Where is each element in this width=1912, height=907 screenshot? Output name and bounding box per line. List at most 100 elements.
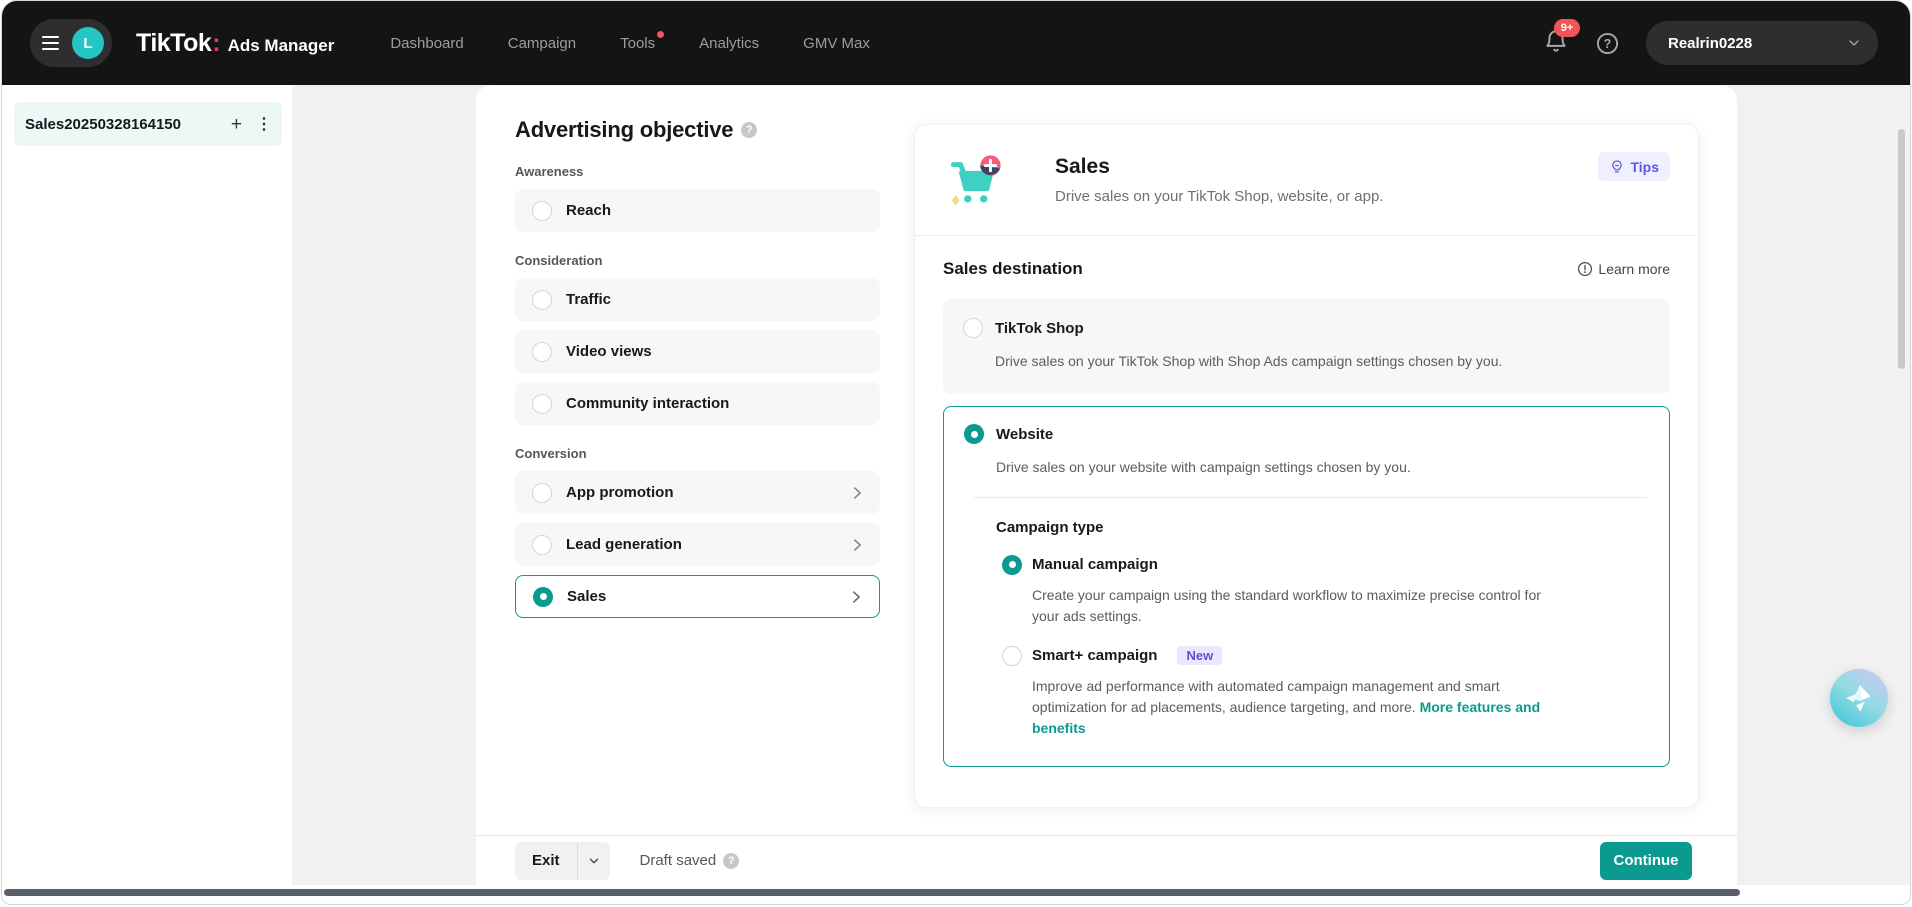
sales-destination-options: TikTok Shop Drive sales on your TikTok S… [915,299,1698,767]
radio-checked-icon[interactable] [1002,555,1022,575]
exit-split-button: Exit [515,842,610,880]
radio-checked-icon[interactable] [964,424,984,444]
objective-option-label: Sales [567,588,847,605]
campaign-type-smart[interactable]: Smart+ campaign New Improve ad performan… [1002,646,1649,739]
objective-option-sales[interactable]: Sales [515,575,880,618]
radio-unchecked-icon[interactable] [532,394,552,414]
navbar-right-group: 9+ ? Realrin0228 [1543,21,1878,65]
objective-option-label: Community interaction [566,395,866,412]
chevron-down-icon [1846,35,1862,51]
draft-status-label: Draft saved [640,852,717,869]
account-name: Realrin0228 [1668,35,1752,52]
menu-avatar-pill[interactable]: L [30,19,112,67]
svg-text:?: ? [1604,36,1612,50]
objective-option-lead-generation[interactable]: Lead generation [515,523,880,566]
nav-dashboard[interactable]: Dashboard [390,35,463,52]
objective-list: Advertising objective ? Awareness Reach … [515,117,880,627]
objective-step-content: Advertising objective ? Awareness Reach … [476,86,1737,835]
account-switcher[interactable]: Realrin0228 [1646,21,1878,65]
group-label-consideration: Consideration [515,253,880,268]
learn-more-label: Learn more [1598,261,1670,277]
chevron-right-icon [848,536,866,554]
radio-unchecked-icon[interactable] [532,290,552,310]
brand-logo: TikTok: Ads Manager [136,29,334,58]
tiktok-shop-option-head: TikTok Shop [963,318,1650,338]
page-title: Advertising objective [515,117,733,143]
campaign-more-icon[interactable]: ⋮ [256,114,272,134]
radio-unchecked-icon[interactable] [1002,646,1022,666]
continue-button[interactable]: Continue [1600,842,1692,880]
manual-campaign-head[interactable]: Manual campaign [1002,555,1649,575]
main-content: Advertising objective ? Awareness Reach … [476,86,1737,885]
campaign-type-manual[interactable]: Manual campaign Create your campaign usi… [1002,555,1649,627]
radio-unchecked-icon[interactable] [532,535,552,555]
horizontal-scrollbar[interactable] [4,889,1740,896]
brand-tiktok-text: TikTok [136,29,211,58]
radio-unchecked-icon[interactable] [532,342,552,362]
sales-destination-header: Sales destination Learn more [915,236,1698,279]
sales-destination-heading: Sales destination [943,259,1083,279]
radio-unchecked-icon[interactable] [963,318,983,338]
objective-option-label: Lead generation [566,536,848,553]
notifications-button[interactable]: 9+ [1543,28,1569,59]
website-divider [974,497,1647,498]
tips-button[interactable]: Tips [1598,152,1670,181]
exit-button[interactable]: Exit [515,842,577,880]
sales-card-header: Sales Drive sales on your TikTok Shop, w… [915,125,1698,210]
chevron-right-icon [848,484,866,502]
nav-tools[interactable]: Tools [620,35,655,52]
bottom-scroll-track [2,885,1910,904]
sidebar-campaign-item[interactable]: Sales20250328164150 + ⋮ [14,102,282,146]
objective-option-label: Video views [566,343,866,360]
add-campaign-icon[interactable]: + [231,115,242,134]
learn-more-link[interactable]: Learn more [1577,261,1670,277]
nav-gmv-max[interactable]: GMV Max [803,35,870,52]
objective-option-app-promotion[interactable]: App promotion [515,471,880,514]
objective-option-video-views[interactable]: Video views [515,330,880,373]
primary-nav: Dashboard Campaign Tools Analytics GMV M… [390,35,870,52]
smart-campaign-head[interactable]: Smart+ campaign New [1002,646,1649,666]
manual-campaign-title: Manual campaign [1032,556,1158,573]
objective-option-traffic[interactable]: Traffic [515,278,880,321]
info-icon [1577,261,1593,277]
tips-label: Tips [1630,159,1659,175]
vertical-scrollbar[interactable] [1898,129,1905,369]
chevron-down-icon [587,854,601,868]
chevron-right-icon [847,588,865,606]
smart-campaign-description: Improve ad performance with automated ca… [1032,676,1547,739]
objective-option-label: App promotion [566,484,848,501]
nav-campaign[interactable]: Campaign [508,35,576,52]
group-label-awareness: Awareness [515,164,880,179]
destination-option-website[interactable]: Website Drive sales on your website with… [943,406,1670,766]
sales-card-titles: Sales Drive sales on your TikTok Shop, w… [1055,152,1384,205]
radio-unchecked-icon[interactable] [532,483,552,503]
objective-option-reach[interactable]: Reach [515,189,880,232]
smart-campaign-title: Smart+ campaign [1032,647,1157,664]
nav-analytics[interactable]: Analytics [699,35,759,52]
campaign-sidebar: Sales20250328164150 + ⋮ [2,85,292,885]
website-option-head: Website [964,424,1649,444]
tools-notification-dot [657,31,664,38]
top-navbar: L TikTok: Ads Manager Dashboard Campaign… [2,1,1910,85]
tiktok-shop-description: Drive sales on your TikTok Shop with Sho… [995,351,1650,371]
assistant-widget-button[interactable] [1830,669,1888,727]
draft-status: Draft saved ? [640,852,740,869]
website-title: Website [996,426,1053,443]
nav-tools-label: Tools [620,35,655,52]
help-icon: ? [1595,31,1620,56]
hamburger-menu-icon[interactable] [42,36,59,50]
avatar[interactable]: L [72,27,104,59]
sales-card-subtitle: Drive sales on your TikTok Shop, website… [1055,188,1384,205]
objective-option-label: Traffic [566,291,866,308]
manual-campaign-description: Create your campaign using the standard … [1032,585,1547,627]
draft-help-icon[interactable]: ? [723,853,739,869]
help-button[interactable]: ? [1595,31,1620,56]
objective-option-community-interaction[interactable]: Community interaction [515,382,880,425]
sales-card-title: Sales [1055,155,1384,179]
brand-ads-manager-text: Ads Manager [228,36,335,56]
radio-unchecked-icon[interactable] [532,201,552,221]
destination-option-tiktok-shop[interactable]: TikTok Shop Drive sales on your TikTok S… [943,299,1670,394]
exit-dropdown-button[interactable] [578,842,610,880]
objective-help-icon[interactable]: ? [741,122,757,138]
radio-checked-icon[interactable] [533,587,553,607]
